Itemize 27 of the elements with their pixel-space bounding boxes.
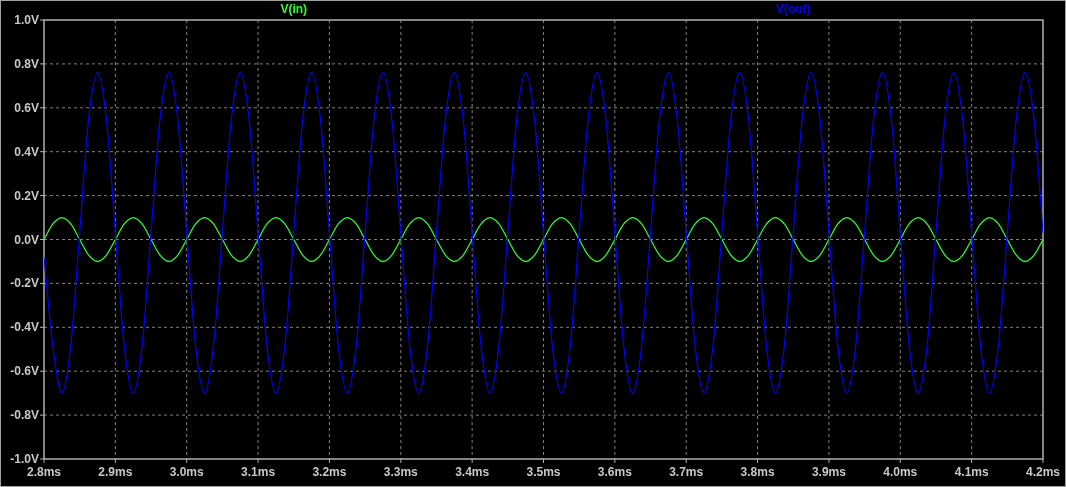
- x-tick-label: 3.6ms: [597, 465, 632, 479]
- y-tick-label: 1.0V: [14, 13, 39, 27]
- y-tick-label: 0.0V: [14, 232, 39, 247]
- y-tick-label: -0.2V: [10, 276, 39, 291]
- x-tick-label: 3.0ms: [169, 465, 204, 479]
- y-tick-label: 0.8V: [14, 56, 39, 71]
- x-tick-label: 2.9ms: [98, 465, 133, 479]
- y-tick-label: -0.8V: [10, 408, 39, 423]
- x-tick-label: 3.9ms: [811, 465, 846, 479]
- y-tick-label: -0.4V: [10, 320, 39, 335]
- x-tick-label: 3.7ms: [669, 465, 704, 479]
- x-tick-label: 3.8ms: [740, 465, 775, 479]
- x-tick-label: 3.2ms: [312, 465, 347, 479]
- x-tick-label: 3.3ms: [383, 465, 418, 479]
- y-tick-label: 0.6V: [14, 100, 39, 115]
- y-tick-label: -0.6V: [10, 364, 39, 379]
- x-tick-label: 3.4ms: [455, 465, 490, 479]
- x-tick-label: 3.1ms: [241, 465, 276, 479]
- x-tick-label: 4.2ms: [1026, 465, 1060, 479]
- x-tick-label: 3.5ms: [526, 465, 561, 479]
- y-tick-label: -1.0V: [10, 452, 39, 466]
- trace-label[interactable]: V(in): [280, 2, 308, 16]
- x-tick-label: 4.0ms: [883, 465, 918, 479]
- x-tick-label: 4.1ms: [954, 465, 989, 479]
- y-tick-label: 0.4V: [14, 144, 39, 159]
- y-tick-label: 0.2V: [14, 188, 39, 203]
- x-tick-label: 2.8ms: [27, 465, 61, 479]
